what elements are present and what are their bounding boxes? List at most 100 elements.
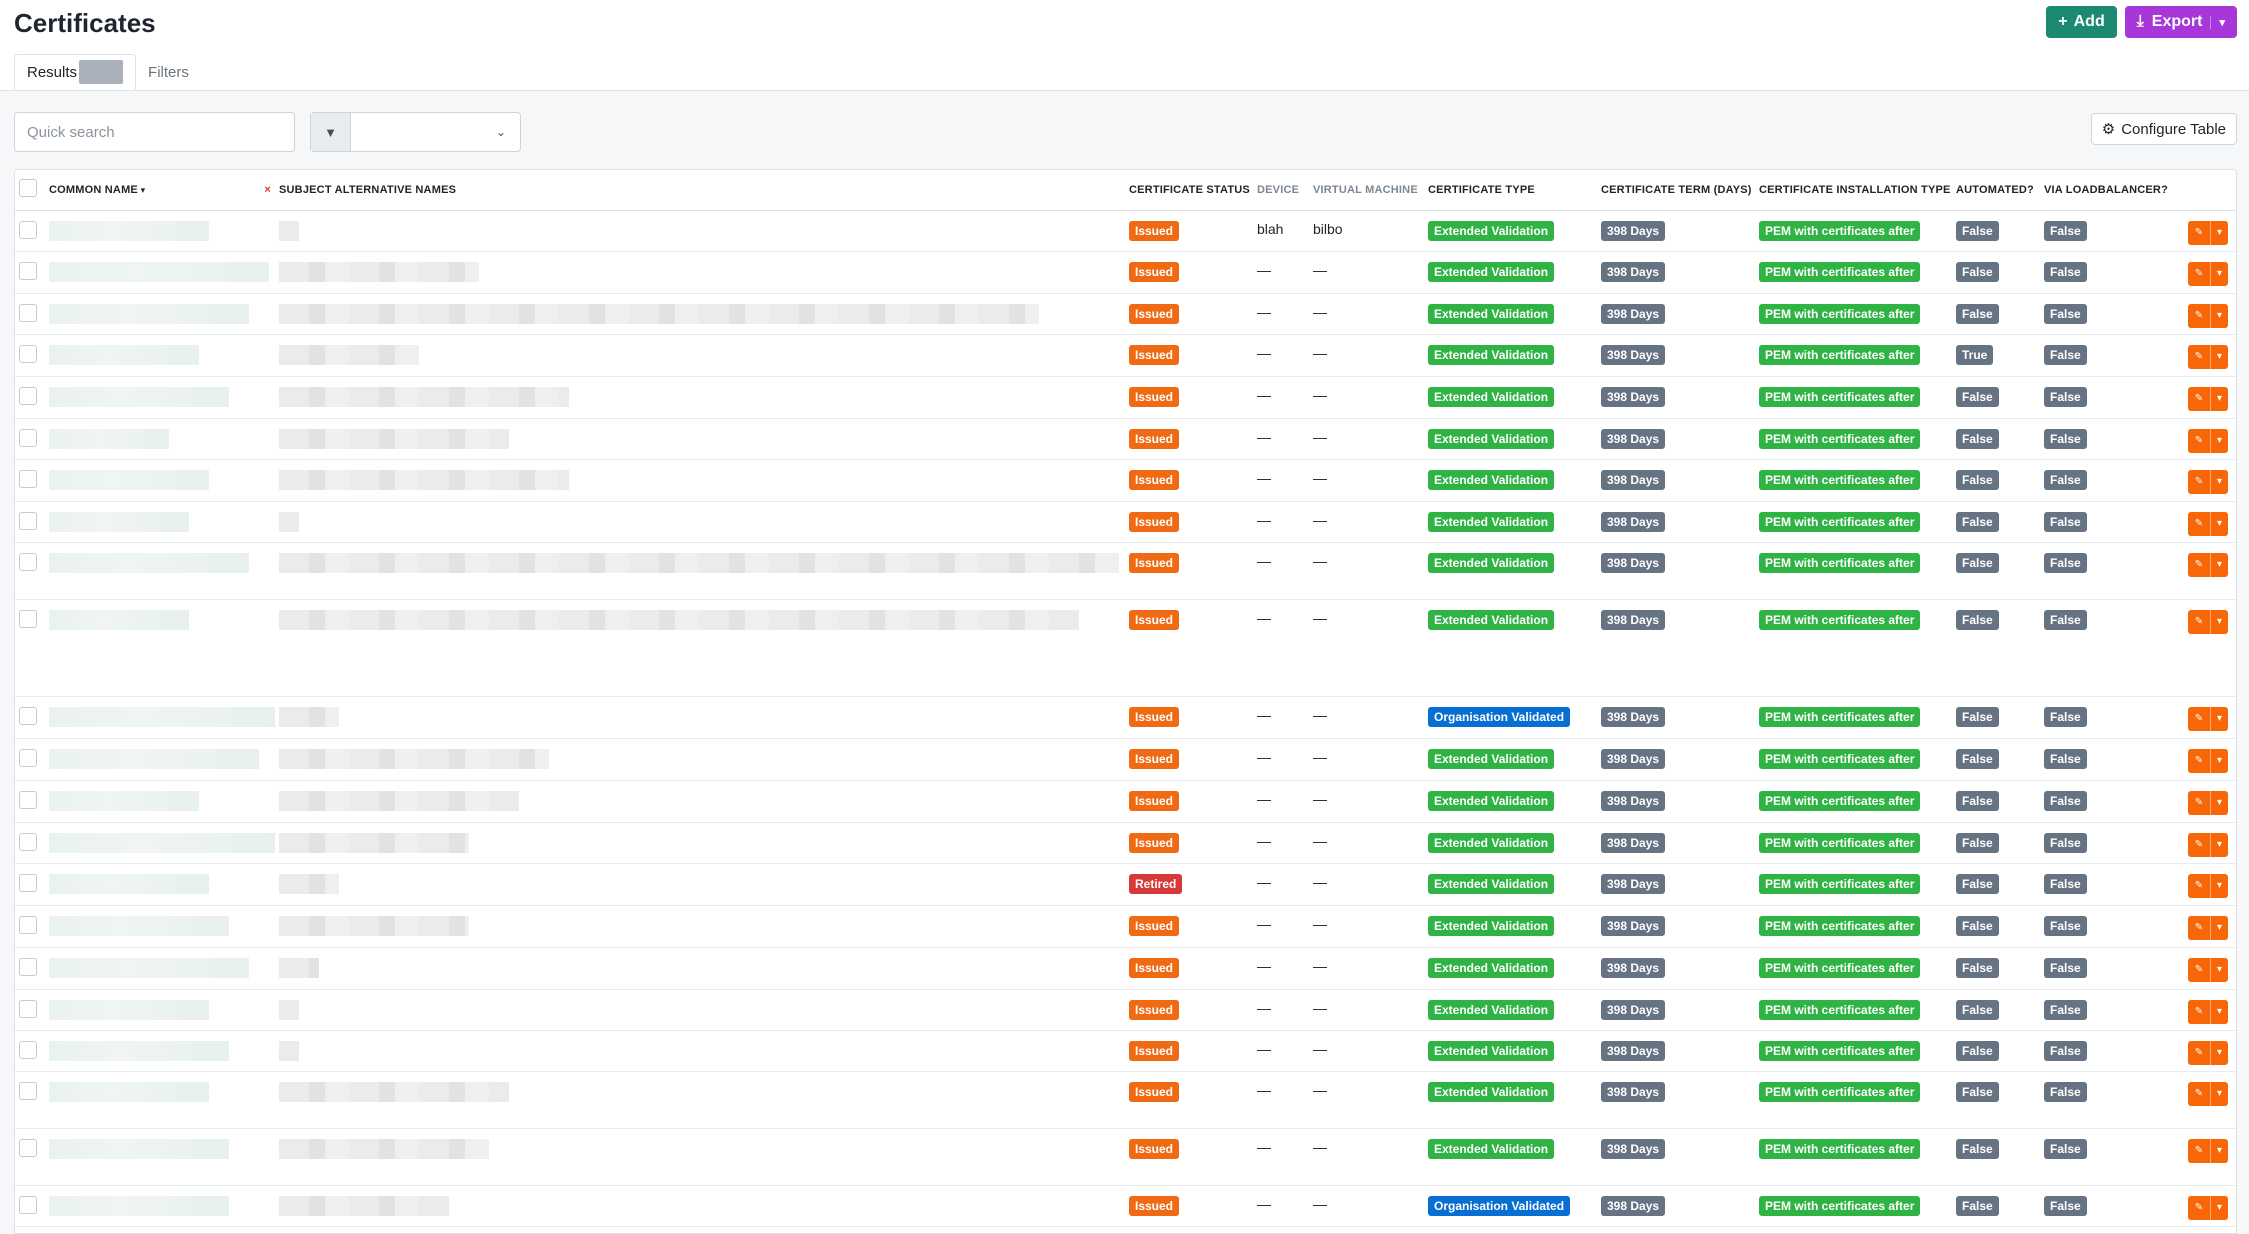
common-name-cell[interactable] — [45, 1128, 275, 1186]
chevron-down-icon[interactable]: ▾ — [2210, 511, 2228, 536]
chevron-down-icon[interactable]: ▾ — [2210, 15, 2225, 29]
chevron-down-icon[interactable]: ▾ — [2210, 999, 2228, 1024]
row-checkbox[interactable] — [19, 999, 37, 1018]
chevron-down-icon[interactable]: ▾ — [2210, 261, 2228, 286]
table-row[interactable]: Retired — — Extended Validation 398 Days PEM … — [15, 863, 2236, 906]
row-checkbox[interactable] — [19, 344, 37, 363]
chevron-down-icon[interactable]: ▾ — [2210, 748, 2228, 773]
common-name-cell[interactable] — [45, 1071, 275, 1129]
row-checkbox[interactable] — [19, 220, 37, 239]
row-checkbox[interactable] — [19, 706, 37, 725]
select-all-checkbox[interactable] — [19, 179, 37, 198]
table-row[interactable]: Issued — — Extended Validation 398 Days PEM w… — [15, 334, 2236, 377]
common-name-cell[interactable] — [45, 210, 275, 252]
table-row[interactable]: Issued — — Extended Validation 398 Days PEM w… — [15, 905, 2236, 948]
table-row[interactable]: Issued — — Organisation Validated 398 Days PE… — [15, 696, 2236, 739]
table-row[interactable]: Issued — — Extended Validation 398 Days PEM w… — [15, 1071, 2236, 1129]
chevron-down-icon[interactable]: ▾ — [2210, 1138, 2228, 1163]
chevron-down-icon[interactable]: ▾ — [2210, 1040, 2228, 1065]
edit-icon[interactable]: ✎ — [2188, 833, 2210, 857]
search-input[interactable]: Quick search — [14, 112, 295, 152]
row-actions[interactable]: ✎ ▾ — [2188, 428, 2228, 453]
export-button[interactable]: ⤓ Export ▾ — [2124, 6, 2237, 38]
common-name-cell[interactable] — [45, 905, 275, 948]
common-name-cell[interactable] — [45, 1030, 275, 1072]
row-checkbox[interactable] — [19, 428, 37, 447]
row-actions[interactable]: ✎ ▾ — [2188, 873, 2228, 898]
table-row[interactable]: Issued — — Extended Validation 398 Days PEM w… — [15, 251, 2236, 294]
column-header-automated[interactable]: Automated? — [1952, 170, 2040, 211]
row-actions[interactable]: ✎ ▾ — [2188, 261, 2228, 286]
edit-icon[interactable]: ✎ — [2188, 749, 2210, 773]
row-checkbox[interactable] — [19, 873, 37, 892]
table-row[interactable]: Issued — — Extended Validation 398 Days PEM w… — [15, 599, 2236, 697]
table-row[interactable]: Issued — — Extended Validation 398 Days PEM w… — [15, 738, 2236, 781]
tab-results[interactable]: Results — [14, 54, 137, 90]
row-checkbox[interactable] — [19, 386, 37, 405]
row-checkbox[interactable] — [19, 1040, 37, 1059]
row-actions[interactable]: ✎ ▾ — [2188, 511, 2228, 536]
row-checkbox[interactable] — [19, 1195, 37, 1214]
common-name-cell[interactable] — [45, 863, 275, 906]
common-name-cell[interactable] — [45, 780, 275, 823]
table-row[interactable]: Issued — — Extended Validation 398 Days PEM w… — [15, 542, 2236, 600]
row-actions[interactable]: ✎ ▾ — [2188, 915, 2228, 940]
table-row[interactable]: Issued — — Extended Validation 398 Days PEM w… — [15, 1030, 2236, 1072]
table-row[interactable]: Issued — — Extended Validation 398 Days PEM w… — [15, 947, 2236, 990]
edit-icon[interactable]: ✎ — [2188, 470, 2210, 494]
clear-sort-icon[interactable]: × — [264, 184, 271, 196]
edit-icon[interactable]: ✎ — [2188, 221, 2210, 245]
row-checkbox[interactable] — [19, 552, 37, 571]
chevron-down-icon[interactable]: ▾ — [2210, 706, 2228, 731]
common-name-cell[interactable] — [45, 501, 275, 543]
table-row[interactable]: Issued — — Extended Validation 398 Days PEM w… — [15, 1128, 2236, 1186]
row-checkbox[interactable] — [19, 469, 37, 488]
table-row[interactable]: Issued blah bilbo Extended Validation 398 Da… — [15, 210, 2236, 252]
edit-icon[interactable]: ✎ — [2188, 1196, 2210, 1220]
row-actions[interactable]: ✎ ▾ — [2188, 1040, 2228, 1065]
chevron-down-icon[interactable]: ▾ — [2210, 790, 2228, 815]
row-actions[interactable]: ✎ ▾ — [2188, 552, 2228, 577]
common-name-cell[interactable] — [45, 989, 275, 1031]
chevron-down-icon[interactable]: ▾ — [2210, 1195, 2228, 1220]
table-row[interactable]: Issued — — Extended Validation 398 Days PEM w… — [15, 459, 2236, 502]
chevron-down-icon[interactable]: ▾ — [2210, 1081, 2228, 1106]
chevron-down-icon[interactable]: ▾ — [2210, 832, 2228, 857]
edit-icon[interactable]: ✎ — [2188, 1139, 2210, 1163]
table-row[interactable]: Issued — — Extended Validation 398 Days PEM w… — [15, 989, 2236, 1031]
edit-icon[interactable]: ✎ — [2188, 512, 2210, 536]
row-actions[interactable]: ✎ ▾ — [2188, 1138, 2228, 1163]
row-actions[interactable]: ✎ ▾ — [2188, 303, 2228, 328]
common-name-cell[interactable] — [45, 334, 275, 377]
edit-icon[interactable]: ✎ — [2188, 553, 2210, 577]
common-name-cell[interactable] — [45, 696, 275, 739]
row-actions[interactable]: ✎ ▾ — [2188, 748, 2228, 773]
edit-icon[interactable]: ✎ — [2188, 791, 2210, 815]
column-header-san[interactable]: Subject Alternative Names — [275, 170, 1125, 211]
chevron-down-icon[interactable]: ▾ — [2210, 609, 2228, 634]
table-row[interactable]: Issued — — Extended Validation 398 Days PEM w… — [15, 293, 2236, 335]
column-header-lb[interactable]: Via Loadbalancer? — [2040, 170, 2170, 211]
common-name-cell[interactable] — [45, 251, 275, 294]
row-actions[interactable]: ✎ ▾ — [2188, 1081, 2228, 1106]
edit-icon[interactable]: ✎ — [2188, 916, 2210, 940]
row-checkbox[interactable] — [19, 748, 37, 767]
edit-icon[interactable]: ✎ — [2188, 874, 2210, 898]
common-name-cell[interactable] — [45, 947, 275, 990]
table-row[interactable]: Issued — — Extended Validation 398 Days PEM w… — [15, 822, 2236, 864]
row-actions[interactable]: ✎ ▾ — [2188, 1195, 2228, 1220]
row-checkbox[interactable] — [19, 1138, 37, 1157]
table-row[interactable]: Issued — — Extended Validation 398 Days PEM w… — [15, 376, 2236, 419]
table-row[interactable]: Issued — — Extended Validation 398 Days PEM w… — [15, 780, 2236, 823]
common-name-cell[interactable] — [45, 459, 275, 502]
common-name-cell[interactable] — [45, 599, 275, 697]
row-checkbox[interactable] — [19, 261, 37, 280]
common-name-cell[interactable] — [45, 376, 275, 419]
row-checkbox[interactable] — [19, 915, 37, 934]
row-checkbox[interactable] — [19, 790, 37, 809]
row-actions[interactable]: ✎ ▾ — [2188, 999, 2228, 1024]
edit-icon[interactable]: ✎ — [2188, 304, 2210, 328]
row-actions[interactable]: ✎ ▾ — [2188, 957, 2228, 982]
add-button[interactable]: + Add — [2046, 6, 2117, 38]
row-checkbox[interactable] — [19, 511, 37, 530]
